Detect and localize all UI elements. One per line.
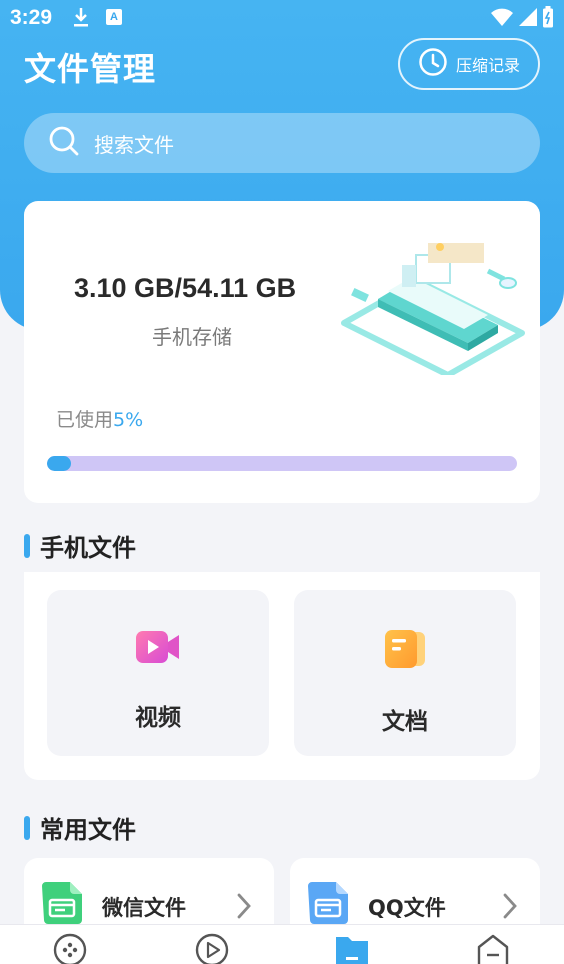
wechat-file-icon: [40, 880, 86, 930]
compress-history-label: 压缩记录: [455, 56, 520, 75]
signal-icon: [518, 7, 538, 31]
video-icon: [135, 628, 181, 670]
search-icon: [48, 125, 80, 162]
page-title: 文件管理: [24, 50, 157, 88]
common-file-wechat-label: 微信文件: [102, 896, 186, 920]
common-file-qq-label: QQ文件: [368, 896, 446, 920]
search-placeholder: 搜索文件: [94, 132, 174, 157]
clock-icon: [418, 47, 448, 81]
phone-files-panel: 视频 文档: [24, 572, 540, 780]
section-common-files: 常用文件: [24, 810, 136, 845]
game-icon[interactable]: [53, 933, 87, 964]
wifi-icon: [490, 7, 514, 31]
a-badge-icon: A: [106, 9, 122, 25]
folder-icon[interactable]: [335, 933, 369, 964]
home-icon[interactable]: [476, 933, 510, 964]
storage-card[interactable]: 3.10 GB/54.11 GB 手机存储 已使用5%: [24, 201, 540, 503]
qq-file-icon: [306, 880, 352, 930]
section-marker: [24, 533, 30, 558]
document-icon: [383, 628, 427, 674]
bottom-nav: [0, 924, 564, 964]
storage-progress-bar: [47, 456, 517, 471]
storage-size: 3.10 GB/54.11 GB: [74, 273, 297, 303]
storage-used-text: 已使用5%: [56, 405, 143, 432]
status-bar: 3:29 A: [0, 0, 564, 40]
play-icon[interactable]: [195, 933, 229, 964]
storage-used-prefix: 已使用: [56, 409, 114, 431]
phone-file-video-label: 视频: [135, 705, 181, 731]
section-common-files-title: 常用文件: [40, 816, 136, 844]
section-marker: [24, 815, 30, 840]
chevron-right-icon: [502, 892, 518, 924]
storage-used-percent: 5%: [113, 409, 144, 431]
status-time: 3:29: [10, 6, 53, 29]
download-icon: [72, 6, 90, 32]
chevron-right-icon: [236, 892, 252, 924]
phone-storage-illustration: [338, 225, 528, 378]
phone-file-document[interactable]: 文档: [294, 590, 516, 756]
storage-progress-fill: [47, 456, 71, 471]
phone-file-document-label: 文档: [382, 709, 428, 735]
compress-history-button[interactable]: 压缩记录: [398, 38, 540, 90]
search-input[interactable]: 搜索文件: [24, 113, 540, 173]
storage-label: 手机存储: [152, 325, 232, 349]
battery-icon: [542, 6, 554, 32]
section-phone-files-title: 手机文件: [40, 534, 136, 562]
phone-file-video[interactable]: 视频: [47, 590, 269, 756]
section-phone-files: 手机文件: [24, 528, 136, 563]
